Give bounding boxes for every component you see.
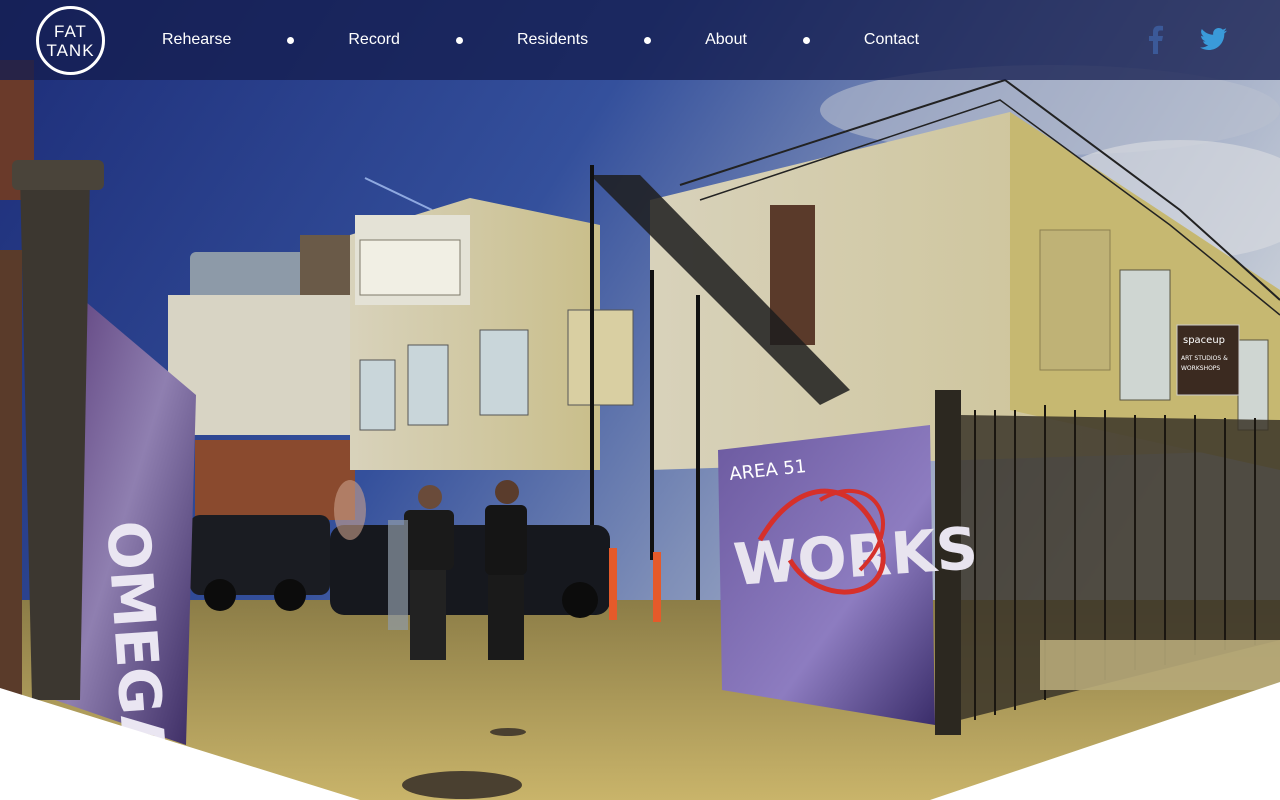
nav-separator-dot (802, 36, 810, 44)
nav-residents[interactable]: Residents (517, 31, 588, 49)
svg-text:ART STUDIOS &: ART STUDIOS & (1181, 355, 1228, 362)
nav-contact[interactable]: Contact (864, 31, 919, 49)
nav-about[interactable]: About (705, 31, 747, 49)
nav-separator-dot (455, 36, 463, 44)
logo-line-2: TANK (46, 40, 95, 60)
logo-line-1: FAT (54, 21, 87, 41)
facebook-icon[interactable] (1146, 24, 1164, 59)
main-nav: Rehearse Record Residents About Contact (162, 0, 919, 80)
nav-rehearse[interactable]: Rehearse (162, 31, 231, 49)
svg-text:WORKSHOPS: WORKSHOPS (1181, 365, 1220, 372)
nav-record[interactable]: Record (348, 31, 400, 49)
nav-separator-dot (287, 36, 295, 44)
twitter-icon[interactable] (1200, 28, 1227, 55)
hero-photo: spaceup ART STUDIOS & WORKSHOPS WORKS AR… (0, 0, 1280, 800)
top-navbar: FAT TANK Rehearse Record Residents About… (0, 0, 1280, 80)
gate-post-left (20, 175, 90, 700)
nav-separator-dot (644, 36, 652, 44)
fat-tank-logo[interactable]: FAT TANK (36, 6, 105, 75)
svg-text:spaceup: spaceup (1183, 335, 1225, 346)
spaceup-sign: spaceup ART STUDIOS & WORKSHOPS (1176, 324, 1240, 396)
